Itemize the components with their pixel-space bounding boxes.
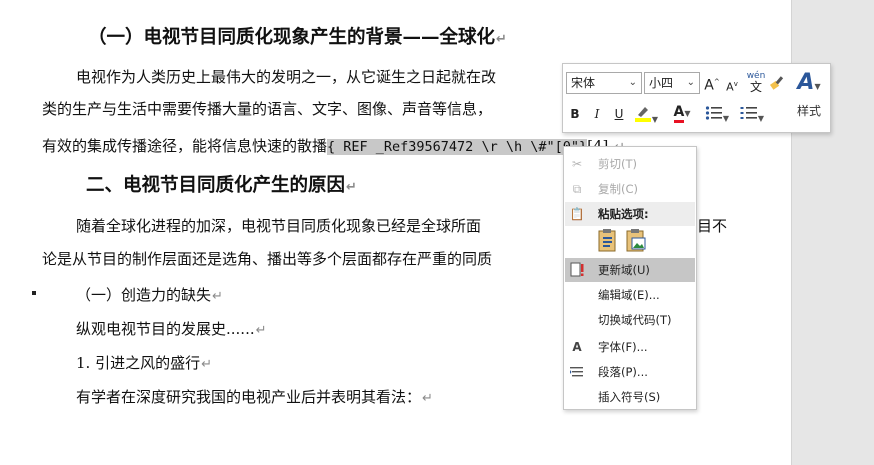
para1-line3: 有效的集成传播途径，能将信息快速的散播{ REF _Ref39567472 \r…: [42, 136, 625, 158]
chevron-down-icon: ⌄: [686, 77, 695, 88]
para2-line1: 随着全球化进程的加深，电视节目同质化现象已经是全球所面: [76, 217, 482, 235]
para2-line1-end: 目不: [697, 217, 728, 235]
menu-item-toggle-field-codes[interactable]: 切换域代码(T): [565, 308, 695, 332]
list-item-1: 1. 引进之风的盛行↵: [76, 354, 212, 372]
italic-button[interactable]: I: [590, 106, 604, 122]
paragraph-mark: ↵: [346, 180, 357, 195]
heading-background-text: （一）电视节目同质化现象产生的背景——全球化: [88, 27, 496, 48]
copy-icon: ⧉: [572, 182, 582, 196]
paragraph-mark: ↵: [496, 32, 507, 47]
bullet-list-icon: [705, 106, 722, 120]
phonetic-guide-button[interactable]: wén 文: [745, 71, 767, 94]
menu-item-insert-symbol[interactable]: 插入符号(S): [565, 385, 695, 409]
menu-item-update-field[interactable]: 更新域(U): [565, 258, 695, 282]
para1-line2: 类的生产与生活中需要传播大量的语言、文字、图像、声音等信息，: [42, 100, 493, 118]
bullets-button[interactable]: ▼: [702, 105, 732, 127]
highlighter-icon: [634, 107, 651, 122]
context-menu: ✂ 剪切(T) ⧉ 复制(C) 📋 粘贴选项: 更新域(U) 编辑域(E)...…: [563, 146, 697, 410]
shrink-font-button[interactable]: Av: [724, 76, 740, 96]
scissors-icon: ✂: [571, 157, 583, 171]
paragraph-mark: ↵: [201, 357, 212, 372]
clipboard-icon: 📋: [569, 207, 585, 221]
heading-background: （一）电视节目同质化现象产生的背景——全球化↵: [88, 26, 507, 52]
menu-item-paragraph[interactable]: 段落(P)...: [565, 360, 695, 384]
menu-item-cut[interactable]: ✂ 剪切(T): [565, 152, 695, 176]
para3: 纵观电视节目的发展史......↵: [76, 320, 267, 338]
grow-font-button[interactable]: A^: [704, 74, 720, 94]
para2-line2: 论是从节目的制作层面还是选角、播出等多个层面都存在严重的同质: [42, 250, 493, 268]
para1-line1: 电视作为人类历史上最伟大的发明之一，从它诞生之日起就在改: [76, 68, 497, 86]
ref-field-code[interactable]: { REF _Ref39567472 \r \h \#"[0"}: [327, 139, 588, 155]
font-name-combo[interactable]: 宋体 ⌄: [566, 72, 642, 94]
styles-button[interactable]: A▼ 样式: [790, 68, 828, 128]
numbering-button[interactable]: ▼: [736, 105, 768, 127]
bold-button[interactable]: B: [568, 106, 582, 122]
heading-causes: 二、电视节目同质化产生的原因↵: [86, 175, 357, 196]
font-color-button[interactable]: A▼: [668, 104, 696, 123]
styles-icon: A▼: [797, 70, 821, 95]
paragraph-mark: ↵: [212, 289, 223, 304]
menu-header-paste-options: 📋 粘贴选项:: [565, 202, 695, 226]
menu-item-edit-field[interactable]: 编辑域(E)...: [565, 283, 695, 307]
paragraph-mark: ↵: [422, 391, 433, 406]
menu-item-copy[interactable]: ⧉ 复制(C): [565, 177, 695, 201]
update-field-icon: [569, 262, 585, 278]
mini-toolbar: 宋体 ⌄ 小四 ⌄ A^ Av wén 文 B I U ▼ A▼ ▼ ▼ A▼ …: [562, 63, 831, 133]
font-icon: A: [572, 340, 582, 354]
menu-item-font[interactable]: A 字体(F)...: [565, 335, 695, 359]
numbered-list-icon: [740, 107, 757, 119]
format-painter-icon[interactable]: [768, 74, 786, 94]
paste-picture-icon[interactable]: [624, 227, 648, 253]
heading-creativity: （一）创造力的缺失↵: [76, 286, 223, 304]
paragraph-mark: ↵: [255, 323, 267, 338]
underline-button[interactable]: U: [612, 106, 626, 122]
paragraph-icon: [569, 364, 585, 380]
chevron-down-icon: ⌄: [628, 77, 637, 88]
highlight-color-button[interactable]: ▼: [632, 104, 660, 128]
list-bullet-marker: [32, 291, 36, 295]
paste-keep-text-icon[interactable]: [596, 227, 620, 253]
para4: 有学者在深度研究我国的电视产业后并表明其看法：↵: [76, 388, 433, 406]
font-size-combo[interactable]: 小四 ⌄: [644, 72, 700, 94]
